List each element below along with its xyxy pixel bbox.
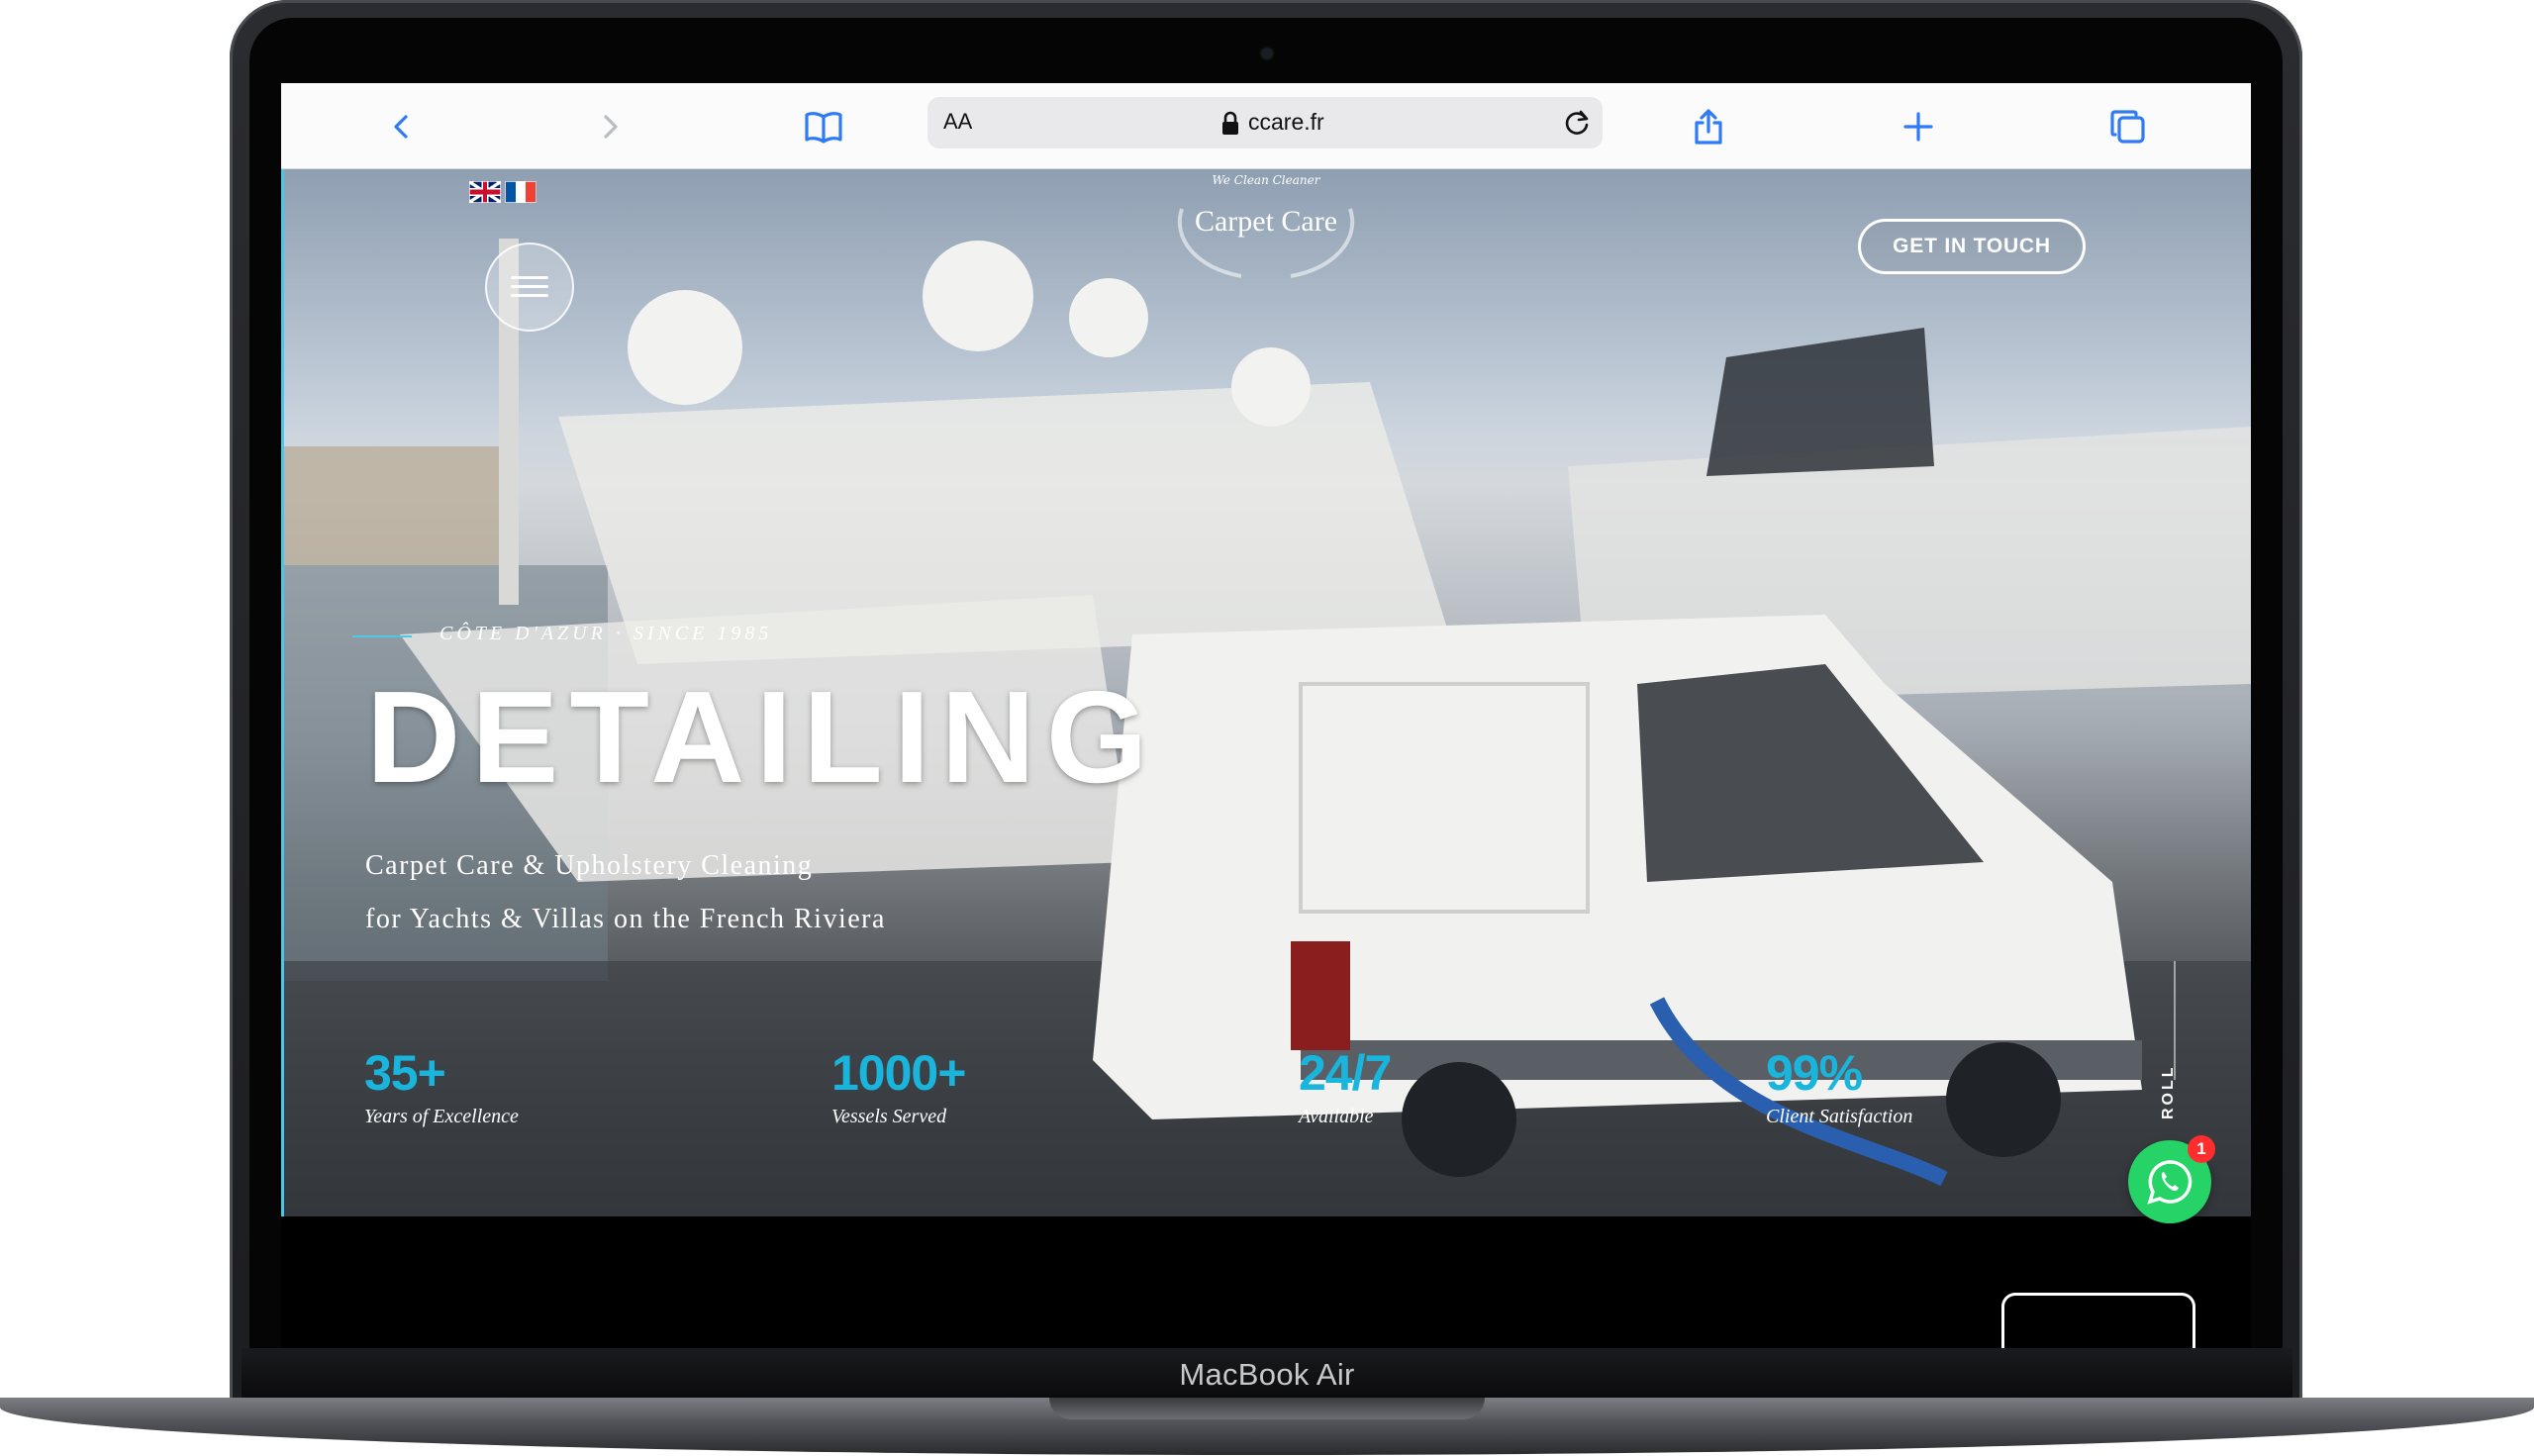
hero-subline-2: for Yachts & Villas on the French Rivier… <box>365 904 886 934</box>
scroll-hint: ROLL <box>2160 1064 2177 1119</box>
notification-badge: 1 <box>2188 1135 2215 1163</box>
address-bar[interactable]: AA ccare.fr <box>927 97 1603 148</box>
reload-icon[interactable] <box>1561 107 1593 139</box>
uk-flag-icon[interactable] <box>469 181 501 203</box>
browser-screen: AA ccare.fr We Clean Cleaner Carpet Care… <box>281 83 2251 1348</box>
stat-satisfaction: 99% Client Satisfaction <box>1766 1044 1912 1128</box>
share-button[interactable] <box>1683 101 1734 152</box>
scroll-indicator-line <box>2174 961 2176 1080</box>
get-in-touch-button[interactable]: GET IN TOUCH <box>1858 219 2086 274</box>
new-tab-icon <box>1903 112 1933 142</box>
webcam <box>1261 48 1273 59</box>
whatsapp-icon <box>2147 1160 2193 1205</box>
eyebrow-divider <box>352 635 412 637</box>
stat-value: 99% <box>1766 1045 1863 1101</box>
stat-label: Client Satisfaction <box>1766 1106 1913 1127</box>
hero-accent-edge <box>281 169 284 1216</box>
browser-toolbar: AA ccare.fr <box>281 83 2251 169</box>
url-text: ccare.fr <box>1248 109 1324 135</box>
hamburger-icon <box>511 276 548 298</box>
back-button[interactable] <box>376 101 428 152</box>
stat-value: 1000+ <box>831 1045 966 1101</box>
eyebrow-text: CÔTE D'AZUR · SINCE 1985 <box>439 623 773 644</box>
reader-options-button[interactable]: AA <box>943 109 972 135</box>
hero-section: We Clean Cleaner Carpet Care GET IN TOUC… <box>281 169 2251 1216</box>
bookmarks-button[interactable] <box>798 101 849 152</box>
stat-vessels: 1000+ Vessels Served <box>831 1044 966 1128</box>
stat-value: 35+ <box>364 1045 446 1101</box>
bookmarks-icon <box>805 112 842 144</box>
next-section-card <box>2001 1293 2195 1348</box>
brand-tagline: We Clean Cleaner <box>1212 173 1320 187</box>
stat-label: Years of Excellence <box>364 1106 519 1127</box>
hero-subline-1: Carpet Care & Upholstery Cleaning <box>365 850 814 881</box>
brand-name: Carpet Care <box>1194 205 1338 238</box>
share-icon <box>1695 109 1722 145</box>
stat-years: 35+ Years of Excellence <box>364 1044 519 1128</box>
new-tab-button[interactable] <box>1893 101 1944 152</box>
menu-button[interactable] <box>485 243 574 332</box>
forward-button[interactable] <box>584 101 635 152</box>
stat-label: Available <box>1299 1106 1374 1127</box>
site-logo[interactable]: We Clean Cleaner Carpet Care <box>1142 169 1390 288</box>
forward-icon <box>604 115 618 139</box>
language-switcher <box>469 181 536 203</box>
hero-headline: DETAILING <box>366 664 1159 810</box>
lock-icon <box>1222 111 1238 135</box>
tabs-icon <box>2110 110 2145 144</box>
lid-notch <box>1049 1398 1485 1419</box>
tabs-overview-button[interactable] <box>2102 101 2154 152</box>
stat-value: 24/7 <box>1299 1045 1392 1101</box>
back-icon <box>394 115 408 139</box>
device-label: MacBook Air <box>1179 1357 1355 1392</box>
stat-availability: 24/7 Available <box>1299 1044 1392 1128</box>
stat-label: Vessels Served <box>831 1106 947 1127</box>
france-flag-icon[interactable] <box>505 181 536 203</box>
